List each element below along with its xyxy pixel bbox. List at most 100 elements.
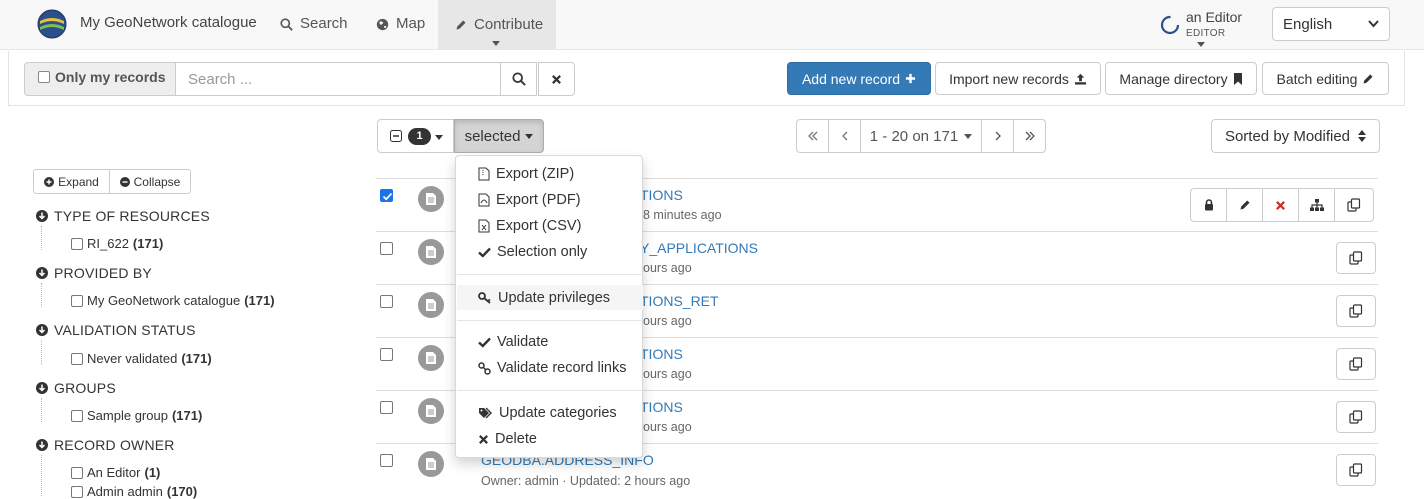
language-select[interactable]: English — [1272, 7, 1390, 41]
record-title[interactable]: TIONS — [640, 187, 683, 203]
delete-record-button[interactable] — [1263, 189, 1299, 221]
record-title[interactable]: TIONS_RET — [640, 293, 719, 309]
duplicate-record-button[interactable] — [1336, 454, 1376, 486]
search-button[interactable] — [500, 62, 537, 96]
user-menu-chevron-icon[interactable] — [1197, 42, 1205, 47]
arrow-circle-down-icon — [36, 267, 48, 279]
facet-title-record-owner[interactable]: RECORD OWNER — [36, 437, 175, 453]
first-page-button[interactable] — [796, 119, 829, 153]
double-chevron-left-icon — [807, 131, 817, 141]
sort-dropdown[interactable]: Sorted by Modified — [1211, 119, 1380, 153]
duplicate-record-button[interactable] — [1336, 295, 1376, 327]
nav-map[interactable]: Map — [376, 0, 425, 48]
only-my-records-checkbox[interactable] — [38, 71, 50, 83]
menu-item-update-privileges[interactable]: Update privileges — [457, 285, 643, 310]
add-new-record-label: Add new record — [801, 70, 901, 87]
page-range-dropdown[interactable]: 1 - 20 on 171 — [860, 119, 982, 153]
facet-item-admin-admin[interactable]: Admin admin (170) — [71, 484, 197, 499]
facet-item-ri622[interactable]: RI_622 (171) — [71, 236, 163, 251]
duplicate-record-button[interactable] — [1336, 401, 1376, 433]
row-checkbox[interactable] — [380, 295, 393, 308]
duplicate-record-button[interactable] — [1335, 189, 1373, 221]
pencil-icon — [456, 20, 466, 29]
facet-item-never-validated[interactable]: Never validated (171) — [71, 351, 212, 366]
facet-checkbox[interactable] — [71, 352, 83, 365]
row-checkbox[interactable] — [380, 242, 393, 255]
manage-directory-button[interactable]: Manage directory — [1105, 62, 1257, 95]
user-avatar-icon[interactable] — [1160, 15, 1180, 35]
user-name[interactable]: an Editor — [1186, 9, 1242, 25]
chevron-right-icon — [995, 131, 1001, 141]
facet-title-label: PROVIDED BY — [54, 265, 152, 281]
facet-item-sample-group[interactable]: Sample group (171) — [71, 408, 202, 423]
hierarchy-button[interactable] — [1299, 189, 1335, 221]
facet-item-an-editor[interactable]: An Editor (1) — [71, 465, 160, 480]
import-records-button[interactable]: Import new records — [935, 62, 1101, 95]
facet-title-provided-by[interactable]: PROVIDED BY — [36, 265, 152, 281]
facet-title-type-of-resources[interactable]: TYPE OF RESOURCES — [36, 208, 210, 224]
menu-item-validate[interactable]: Validate — [478, 334, 548, 350]
record-title[interactable]: TIONS — [640, 399, 683, 415]
next-page-button[interactable] — [981, 119, 1014, 153]
add-new-record-button[interactable]: Add new record — [787, 62, 931, 95]
menu-item-update-categories[interactable]: Update categories — [478, 405, 617, 421]
menu-item-export-csv[interactable]: Export (CSV) — [478, 218, 581, 234]
facet-item-my-geonetwork[interactable]: My GeoNetwork catalogue (171) — [71, 293, 275, 308]
expand-label: Expand — [58, 174, 99, 189]
record-title[interactable]: TIONS — [640, 346, 683, 362]
row-checkbox[interactable] — [380, 189, 393, 202]
collapse-facets-button[interactable]: Collapse — [109, 169, 191, 194]
menu-item-validate-record-links[interactable]: Validate record links — [478, 360, 627, 376]
geonetwork-logo[interactable] — [37, 9, 67, 39]
record-title[interactable]: Y_APPLICATIONS — [640, 240, 758, 256]
last-page-button[interactable] — [1013, 119, 1046, 153]
facet-title-label: GROUPS — [54, 380, 116, 396]
menu-item-export-zip[interactable]: Export (ZIP) — [478, 166, 574, 182]
facet-item-count: (171) — [171, 408, 203, 423]
duplicate-record-button[interactable] — [1336, 348, 1376, 380]
facet-title-groups[interactable]: GROUPS — [36, 380, 116, 396]
menu-item-selection-only[interactable]: Selection only — [478, 244, 587, 260]
menu-item-label: Export (CSV) — [496, 218, 582, 234]
facet-title-validation-status[interactable]: VALIDATION STATUS — [36, 322, 196, 338]
row-checkbox[interactable] — [380, 454, 393, 467]
facet-title-label: VALIDATION STATUS — [54, 322, 196, 338]
arrow-circle-down-icon — [36, 382, 48, 394]
row-checkbox[interactable] — [380, 401, 393, 414]
facet-tree-line — [41, 283, 42, 307]
menu-divider — [457, 390, 643, 391]
nav-map-label: Map — [396, 15, 426, 32]
privileges-button[interactable] — [1191, 189, 1227, 221]
menu-item-label: Update privileges — [498, 289, 611, 306]
bookmark-icon — [1233, 72, 1242, 85]
select-partial-icon — [390, 130, 402, 142]
expand-facets-button[interactable]: Expand — [33, 169, 110, 194]
previous-page-button[interactable] — [828, 119, 861, 153]
duplicate-record-button[interactable] — [1336, 242, 1376, 274]
batch-editing-label: Batch editing — [1276, 70, 1358, 87]
batch-editing-button[interactable]: Batch editing — [1262, 62, 1389, 95]
import-records-label: Import new records — [949, 70, 1069, 87]
selected-count-badge: 1 — [408, 128, 431, 145]
menu-item-export-pdf[interactable]: Export (PDF) — [478, 192, 581, 208]
selected-actions-button[interactable]: selected — [454, 119, 544, 153]
row-checkbox[interactable] — [380, 348, 393, 361]
language-value: English — [1283, 15, 1333, 33]
facet-checkbox[interactable] — [71, 294, 83, 307]
search-input[interactable]: Search ... — [175, 62, 501, 96]
arrow-circle-down-icon — [36, 439, 48, 451]
facet-checkbox[interactable] — [71, 409, 83, 422]
brand-title[interactable]: My GeoNetwork catalogue — [80, 14, 257, 31]
nav-contribute-label: Contribute — [474, 15, 544, 33]
menu-item-delete[interactable]: Delete — [478, 431, 537, 447]
only-my-records-toggle[interactable]: Only my records — [24, 62, 176, 96]
facet-checkbox[interactable] — [71, 466, 83, 479]
chevron-down-icon — [964, 133, 973, 139]
clear-search-button[interactable] — [538, 62, 575, 96]
facet-title-label: RECORD OWNER — [54, 437, 175, 453]
edit-record-button[interactable] — [1227, 189, 1263, 221]
nav-search[interactable]: Search — [280, 0, 348, 48]
tags-icon — [479, 407, 492, 419]
facet-checkbox[interactable] — [71, 237, 83, 250]
nav-contribute[interactable]: Contribute — [438, 0, 556, 49]
